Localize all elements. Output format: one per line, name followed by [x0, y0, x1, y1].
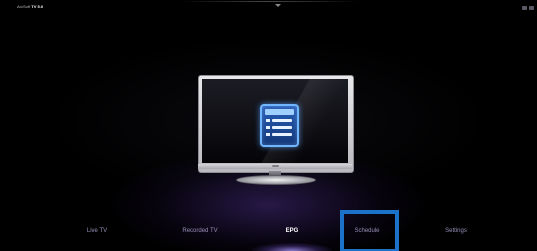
schedule-highlight-box: [340, 210, 399, 251]
arcsoft-tv-main-screen: ArcSoft TV 5.0 Live TV Recorded TV EPG S…: [0, 0, 537, 251]
nav-item-recorded-tv[interactable]: Recorded TV: [170, 227, 230, 235]
main-navigation: Live TV Recorded TV EPG Schedule Setting…: [0, 0, 537, 251]
nav-item-epg[interactable]: EPG: [262, 227, 322, 235]
nav-item-live-tv[interactable]: Live TV: [67, 227, 127, 235]
nav-item-settings[interactable]: Settings: [426, 227, 486, 235]
active-item-glow: [252, 243, 332, 251]
